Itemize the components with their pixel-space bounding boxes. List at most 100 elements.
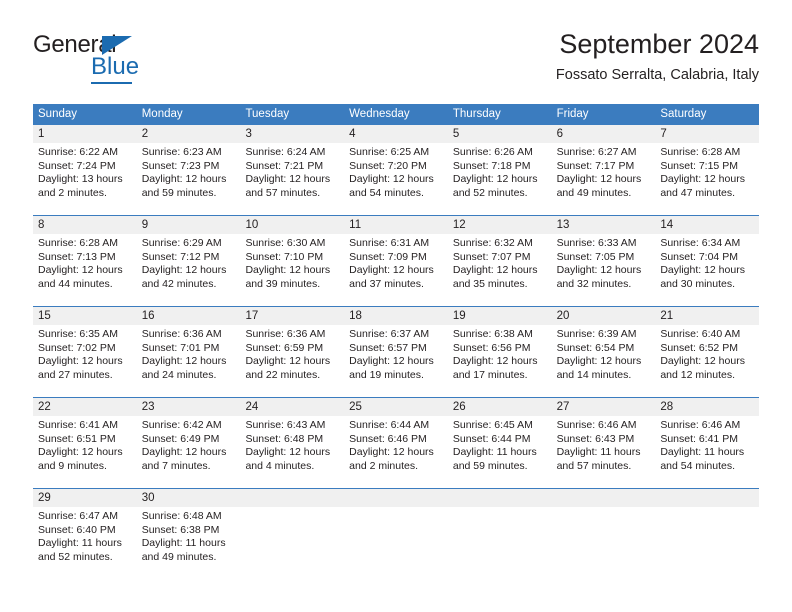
sunrise-text: Sunrise: 6:37 AM — [349, 328, 430, 340]
day-cell[interactable]: Sunrise: 6:25 AM Sunset: 7:20 PM Dayligh… — [344, 143, 448, 215]
day-cell[interactable]: Sunrise: 6:22 AM Sunset: 7:24 PM Dayligh… — [33, 143, 137, 215]
daylight-text-line2: and 27 minutes. — [38, 368, 113, 381]
day-number[interactable]: 1 — [33, 125, 137, 143]
day-number[interactable]: 24 — [240, 398, 344, 416]
day-cell[interactable]: Sunrise: 6:39 AM Sunset: 6:54 PM Dayligh… — [552, 325, 656, 397]
day-cell[interactable]: Sunrise: 6:23 AM Sunset: 7:23 PM Dayligh… — [137, 143, 241, 215]
day-number[interactable]: 28 — [655, 398, 759, 416]
day-number[interactable]: 22 — [33, 398, 137, 416]
daylight-text-line2: and 19 minutes. — [349, 368, 424, 381]
daylight-text-line2: and 37 minutes. — [349, 277, 424, 290]
daylight-text-line1: Daylight: 12 hours — [245, 173, 331, 186]
day-cell[interactable]: Sunrise: 6:41 AM Sunset: 6:51 PM Dayligh… — [33, 416, 137, 488]
daylight-text-line2: and 2 minutes. — [349, 459, 419, 472]
day-number[interactable]: 13 — [552, 216, 656, 234]
week-day-numbers: 29 30 — [33, 489, 759, 507]
sunrise-text: Sunrise: 6:30 AM — [245, 237, 326, 249]
sunset-text: Sunset: 7:20 PM — [349, 159, 427, 172]
day-cell[interactable]: Sunrise: 6:46 AM Sunset: 6:43 PM Dayligh… — [552, 416, 656, 488]
day-number[interactable]: 25 — [344, 398, 448, 416]
sunset-text: Sunset: 6:57 PM — [349, 341, 427, 354]
weekday-monday: Monday — [141, 108, 183, 120]
day-cell[interactable]: Sunrise: 6:36 AM Sunset: 6:59 PM Dayligh… — [240, 325, 344, 397]
day-number[interactable]: 10 — [240, 216, 344, 234]
daylight-text-line1: Daylight: 11 hours — [38, 537, 122, 550]
daylight-text-line1: Daylight: 12 hours — [38, 355, 123, 368]
day-number[interactable]: 3 — [240, 125, 344, 143]
day-cell[interactable]: Sunrise: 6:33 AM Sunset: 7:05 PM Dayligh… — [552, 234, 656, 306]
daylight-text-line1: Daylight: 11 hours — [452, 446, 537, 459]
title-block: September 2024 Fossato Serralta, Calabri… — [556, 28, 759, 86]
daylight-text-line2: and 54 minutes. — [349, 186, 424, 199]
daylight-text-line1: Daylight: 12 hours — [660, 173, 745, 186]
day-cell[interactable]: Sunrise: 6:24 AM Sunset: 7:21 PM Dayligh… — [240, 143, 344, 215]
day-cell[interactable]: Sunrise: 6:28 AM Sunset: 7:15 PM Dayligh… — [655, 143, 759, 215]
day-number[interactable]: 18 — [344, 307, 448, 325]
day-number[interactable]: 4 — [344, 125, 448, 143]
day-cell[interactable]: Sunrise: 6:34 AM Sunset: 7:04 PM Dayligh… — [655, 234, 759, 306]
page-header: General Blue September 2024 Fossato Serr… — [33, 28, 759, 90]
day-number[interactable]: 27 — [552, 398, 656, 416]
day-cell[interactable]: Sunrise: 6:35 AM Sunset: 7:02 PM Dayligh… — [33, 325, 137, 397]
daylight-text-line1: Daylight: 12 hours — [349, 446, 434, 459]
week-row: 29 30 Sunrise: 6:47 AM Sunset: 6:40 PM D… — [33, 488, 759, 581]
day-cell[interactable]: Sunrise: 6:44 AM Sunset: 6:46 PM Dayligh… — [344, 416, 448, 488]
week-day-details: Sunrise: 6:35 AM Sunset: 7:02 PM Dayligh… — [33, 325, 759, 397]
day-number[interactable]: 9 — [137, 216, 241, 234]
day-number[interactable]: 19 — [448, 307, 552, 325]
day-cell[interactable]: Sunrise: 6:26 AM Sunset: 7:18 PM Dayligh… — [448, 143, 552, 215]
day-cell[interactable]: Sunrise: 6:27 AM Sunset: 7:17 PM Dayligh… — [552, 143, 656, 215]
logo-text-blue: Blue — [91, 53, 140, 80]
sunrise-text: Sunrise: 6:23 AM — [141, 146, 222, 158]
sunset-text: Sunset: 7:18 PM — [452, 159, 531, 172]
day-cell[interactable]: Sunrise: 6:43 AM Sunset: 6:48 PM Dayligh… — [240, 416, 344, 488]
day-cell[interactable]: Sunrise: 6:46 AM Sunset: 6:41 PM Dayligh… — [655, 416, 759, 488]
day-cell[interactable]: Sunrise: 6:40 AM Sunset: 6:52 PM Dayligh… — [655, 325, 759, 397]
week-day-details: Sunrise: 6:28 AM Sunset: 7:13 PM Dayligh… — [33, 234, 759, 306]
day-number[interactable]: 5 — [448, 125, 552, 143]
calendar-page: General Blue September 2024 Fossato Serr… — [0, 0, 792, 612]
day-cell[interactable]: Sunrise: 6:32 AM Sunset: 7:07 PM Dayligh… — [448, 234, 552, 306]
day-cell[interactable]: Sunrise: 6:29 AM Sunset: 7:12 PM Dayligh… — [137, 234, 241, 306]
sunset-text: Sunset: 6:48 PM — [245, 432, 324, 445]
week-day-numbers: 8 9 10 11 12 13 14 — [33, 216, 759, 234]
daylight-text-line1: Daylight: 11 hours — [556, 446, 641, 459]
week-row: 22 23 24 25 26 27 28 Sunrise: 6:41 AM Su… — [33, 397, 759, 488]
daylight-text-line2: and 49 minutes. — [556, 186, 632, 199]
day-cell[interactable]: Sunrise: 6:37 AM Sunset: 6:57 PM Dayligh… — [344, 325, 448, 397]
day-cell[interactable]: Sunrise: 6:48 AM Sunset: 6:38 PM Dayligh… — [137, 507, 241, 581]
day-cell[interactable]: Sunrise: 6:28 AM Sunset: 7:13 PM Dayligh… — [33, 234, 137, 306]
day-number[interactable]: 11 — [344, 216, 448, 234]
sunset-text: Sunset: 6:41 PM — [660, 432, 738, 445]
day-number-empty — [552, 489, 656, 507]
sunrise-text: Sunrise: 6:33 AM — [556, 237, 637, 249]
day-number[interactable]: 23 — [137, 398, 241, 416]
day-number[interactable]: 12 — [448, 216, 552, 234]
day-cell[interactable]: Sunrise: 6:36 AM Sunset: 7:01 PM Dayligh… — [137, 325, 241, 397]
day-number[interactable]: 15 — [33, 307, 137, 325]
day-number[interactable]: 30 — [137, 489, 241, 507]
day-cell[interactable]: Sunrise: 6:38 AM Sunset: 6:56 PM Dayligh… — [448, 325, 552, 397]
day-number[interactable]: 2 — [137, 125, 241, 143]
day-number[interactable]: 26 — [448, 398, 552, 416]
daylight-text-line2: and 54 minutes. — [660, 459, 736, 472]
day-cell[interactable]: Sunrise: 6:30 AM Sunset: 7:10 PM Dayligh… — [240, 234, 344, 306]
day-number[interactable]: 20 — [552, 307, 656, 325]
day-number[interactable]: 8 — [33, 216, 137, 234]
daylight-text-line2: and 59 minutes. — [452, 459, 528, 472]
day-cell[interactable]: Sunrise: 6:47 AM Sunset: 6:40 PM Dayligh… — [33, 507, 137, 581]
day-number[interactable]: 6 — [552, 125, 656, 143]
sunrise-text: Sunrise: 6:36 AM — [141, 328, 222, 340]
sunrise-text: Sunrise: 6:40 AM — [660, 328, 741, 340]
day-cell[interactable]: Sunrise: 6:45 AM Sunset: 6:44 PM Dayligh… — [448, 416, 552, 488]
day-cell[interactable]: Sunrise: 6:31 AM Sunset: 7:09 PM Dayligh… — [344, 234, 448, 306]
day-number[interactable]: 7 — [655, 125, 759, 143]
general-blue-logo[interactable]: General Blue — [33, 32, 233, 90]
day-number[interactable]: 29 — [33, 489, 137, 507]
week-row: 1 2 3 4 5 6 7 Sunrise: 6:22 AM Sunset: 7… — [33, 125, 759, 215]
day-number[interactable]: 14 — [655, 216, 759, 234]
day-cell[interactable]: Sunrise: 6:42 AM Sunset: 6:49 PM Dayligh… — [137, 416, 241, 488]
day-number[interactable]: 21 — [655, 307, 759, 325]
day-number[interactable]: 16 — [137, 307, 241, 325]
day-number[interactable]: 17 — [240, 307, 344, 325]
